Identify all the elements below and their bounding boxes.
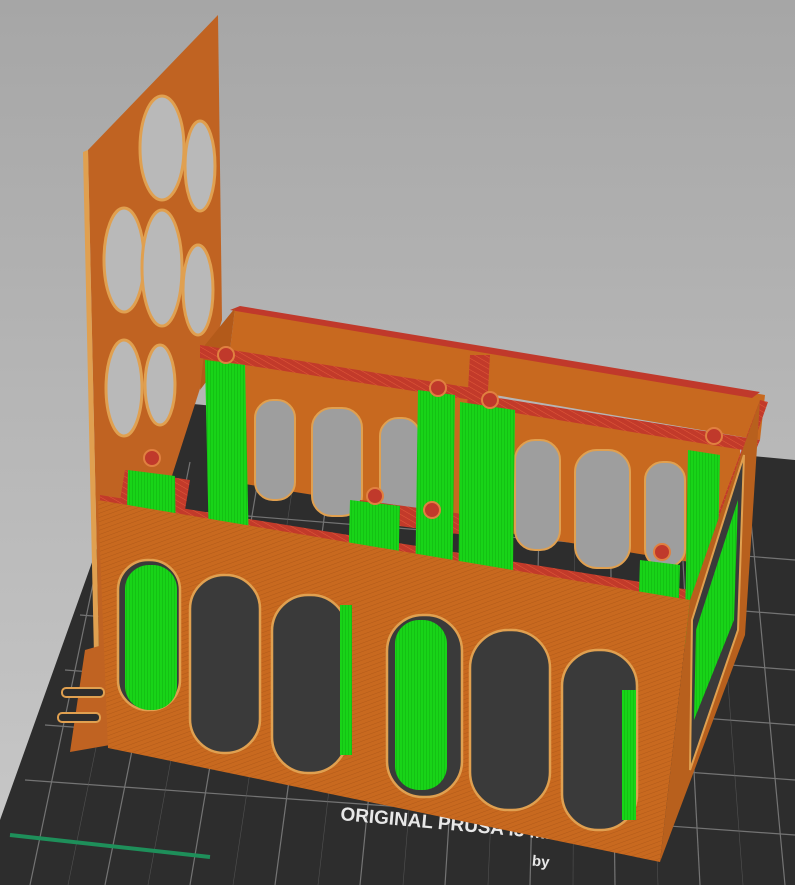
panel-hole [140,208,184,328]
panel-hole [181,243,215,337]
panel-hole [183,119,217,213]
panel-hole [138,94,186,202]
panel-hole [143,343,177,427]
3d-viewport[interactable]: ORIGINAL PRUSA i3 MK3 by [0,0,795,885]
arched-window [188,573,262,755]
arched-window [270,593,349,775]
panel-hole [102,206,146,314]
arched-window [468,628,552,812]
bed-label-line2: by [531,853,551,872]
gcode-preview-scene[interactable]: ORIGINAL PRUSA i3 MK3 by [0,0,795,885]
panel-hole [104,338,144,438]
